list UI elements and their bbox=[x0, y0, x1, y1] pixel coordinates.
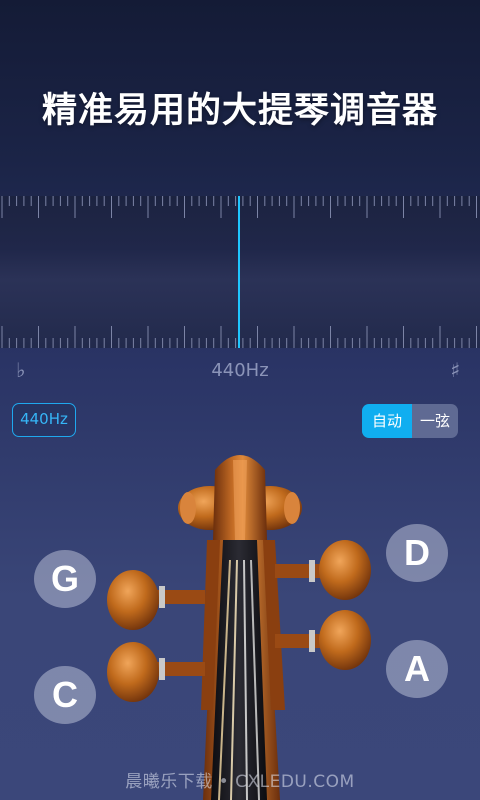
cello-headstock-image bbox=[107, 455, 371, 800]
string-c-button[interactable]: C bbox=[34, 666, 96, 724]
watermark-text: 晨曦乐下载 • CXLEDU.COM bbox=[125, 772, 355, 792]
string-g-button[interactable]: G bbox=[34, 550, 96, 608]
string-d-button[interactable]: D bbox=[386, 524, 448, 582]
frequency-readout: 440Hz bbox=[211, 360, 269, 381]
page-title: 精准易用的大提琴调音器 bbox=[41, 91, 438, 131]
meter-scale bbox=[1, 196, 477, 348]
mode-toggle: 自动 一弦 bbox=[362, 404, 458, 438]
sharp-icon: ♯ bbox=[450, 358, 460, 382]
meter-labels: ♭ 440Hz ♯ bbox=[0, 358, 480, 386]
string-a-button[interactable]: A bbox=[386, 640, 448, 698]
mode-auto-button[interactable]: 自动 bbox=[362, 404, 412, 438]
tuning-meter bbox=[0, 196, 480, 348]
mode-single-string-button[interactable]: 一弦 bbox=[412, 404, 458, 438]
reference-frequency-button[interactable]: 440Hz bbox=[12, 403, 76, 437]
